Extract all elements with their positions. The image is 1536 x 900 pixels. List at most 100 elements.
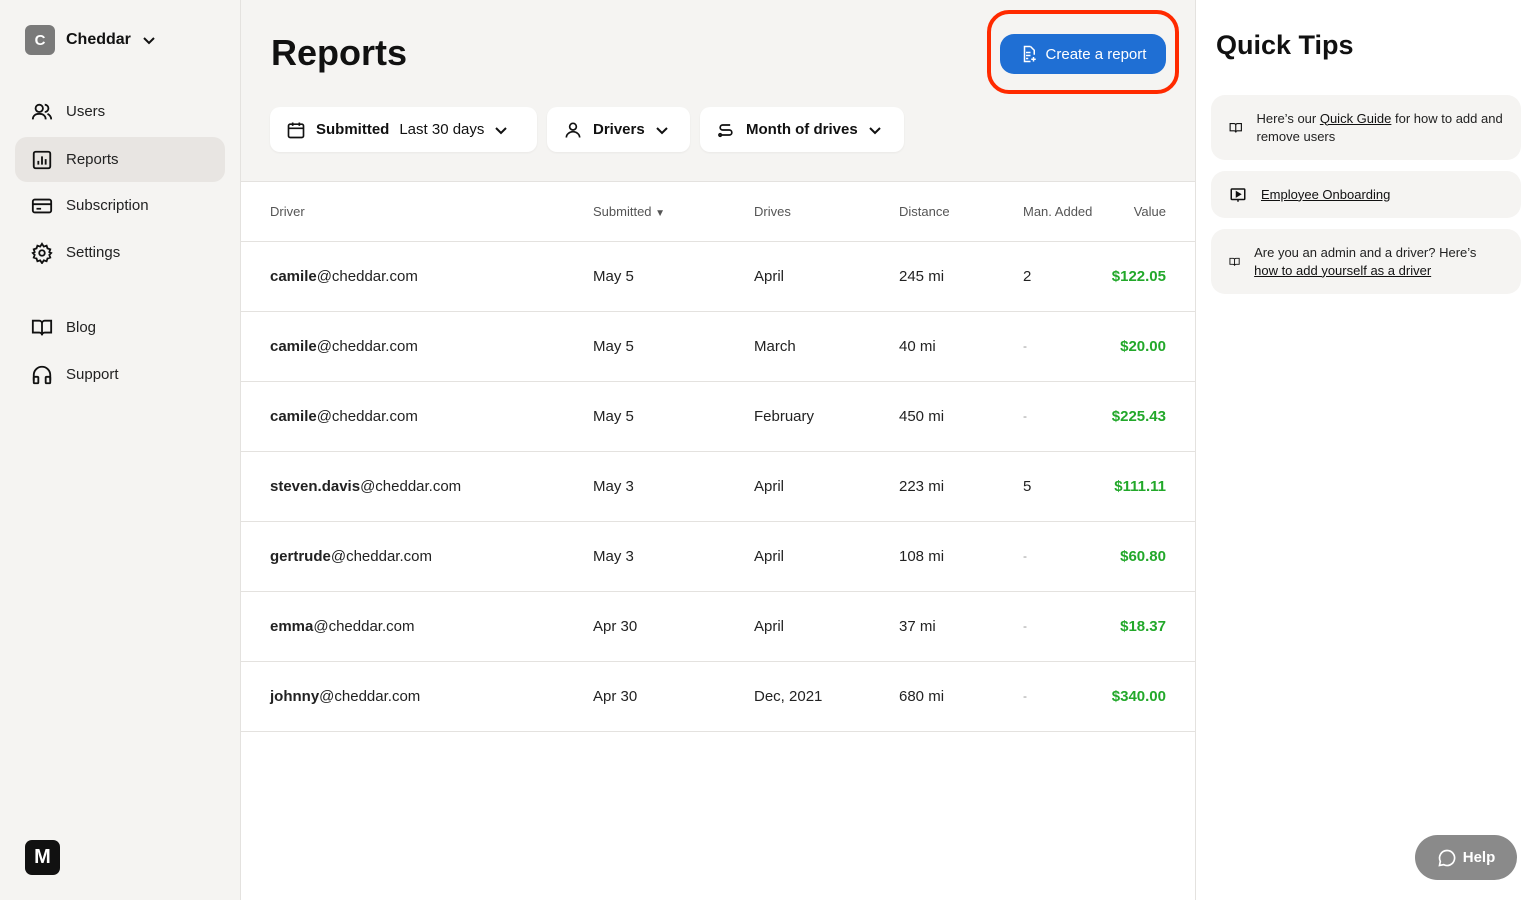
month-filter[interactable]: Month of drives: [700, 107, 904, 152]
col-man-added[interactable]: Man. Added: [1023, 183, 1102, 242]
sidebar-item-reports[interactable]: Reports: [15, 137, 225, 182]
submitted-cell: May 5: [593, 381, 754, 452]
help-button[interactable]: Help: [1415, 835, 1517, 880]
driver-cell: gertrude@cheddar.com: [241, 521, 593, 592]
quick-tips-title: Quick Tips: [1216, 30, 1354, 60]
tip-onboarding[interactable]: Employee Onboarding: [1211, 171, 1521, 218]
sidebar-item-users[interactable]: Users: [15, 89, 225, 134]
col-distance[interactable]: Distance: [899, 183, 1023, 242]
distance-cell: 223 mi: [899, 451, 1023, 522]
drives-cell: April: [754, 521, 899, 592]
driver-user: emma: [270, 617, 314, 635]
driver-user: gertrude: [270, 547, 331, 565]
value-cell: $340.00: [1101, 661, 1195, 732]
man-added-cell: -: [1023, 521, 1102, 592]
tip-text: Here’s our: [1256, 110, 1320, 126]
sidebar: C Cheddar Users Reports Subscription Set…: [0, 0, 241, 900]
quick-guide-link[interactable]: Quick Guide: [1320, 111, 1392, 126]
create-report-button[interactable]: Create a report: [1000, 34, 1166, 74]
sidebar-item-settings[interactable]: Settings: [15, 230, 225, 275]
value-cell: $20.00: [1101, 311, 1195, 382]
table-row[interactable]: steven.davis@cheddar.com May 3 April 223…: [241, 451, 1195, 522]
driver-user: camile: [270, 267, 317, 285]
submitted-cell: May 5: [593, 241, 754, 312]
route-icon: [718, 123, 733, 137]
tip-text: Are you an admin and a driver? Here’s: [1254, 244, 1477, 260]
drives-cell: April: [754, 591, 899, 662]
man-added-cell: 2: [1023, 241, 1102, 312]
col-value[interactable]: Value: [1101, 183, 1195, 242]
driver-domain: @cheddar.com: [316, 407, 418, 425]
table-row[interactable]: johnny@cheddar.com Apr 30 Dec, 2021 680 …: [241, 661, 1195, 732]
filter-label: Month of drives: [746, 121, 858, 138]
reports-table: Driver Submitted ▼ Drives Distance Man. …: [241, 183, 1195, 732]
value-cell: $18.37: [1101, 591, 1195, 662]
distance-cell: 245 mi: [899, 241, 1023, 312]
tip-admin-driver[interactable]: Are you an admin and a driver? Here’s ho…: [1211, 229, 1521, 294]
submitted-cell: Apr 30: [593, 661, 754, 732]
man-added-cell: 5: [1023, 451, 1102, 522]
driver-cell: camile@cheddar.com: [241, 311, 593, 382]
table-row[interactable]: gertrude@cheddar.com May 3 April 108 mi …: [241, 521, 1195, 592]
gear-icon: [31, 241, 53, 264]
users-icon: [31, 103, 53, 119]
col-submitted[interactable]: Submitted ▼: [593, 183, 754, 242]
sidebar-item-label: Subscription: [66, 197, 149, 214]
page-title: Reports: [271, 32, 408, 73]
quick-tips-panel: Quick Tips Here’s our Quick Guide for ho…: [1196, 0, 1536, 900]
driver-cell: camile@cheddar.com: [241, 241, 593, 312]
chevron-down-icon: [495, 126, 508, 134]
value-cell: $60.80: [1101, 521, 1195, 592]
table-row[interactable]: camile@cheddar.com May 5 February 450 mi…: [241, 381, 1195, 452]
chevron-down-icon: [868, 126, 881, 134]
filter-label: Submitted: [316, 121, 390, 138]
sidebar-item-support[interactable]: Support: [15, 352, 225, 397]
driver-cell: emma@cheddar.com: [241, 591, 593, 662]
tip-quick-guide[interactable]: Here’s our Quick Guide for how to add an…: [1211, 95, 1521, 160]
org-avatar: C: [25, 25, 55, 55]
man-added-cell: -: [1023, 381, 1102, 452]
sort-desc-icon: ▼: [655, 208, 666, 220]
man-added-cell: -: [1023, 311, 1102, 382]
book-icon: [31, 319, 53, 336]
driver-user: camile: [270, 337, 317, 355]
org-switcher[interactable]: C Cheddar: [25, 25, 156, 55]
submitted-filter[interactable]: Submitted Last 30 days: [270, 107, 537, 152]
distance-cell: 108 mi: [899, 521, 1023, 592]
employee-onboarding-link[interactable]: Employee Onboarding: [1261, 186, 1390, 204]
add-yourself-link[interactable]: how to add yourself as a driver: [1254, 263, 1431, 278]
org-name: Cheddar: [66, 31, 131, 48]
calendar-icon: [287, 122, 305, 138]
table-row[interactable]: camile@cheddar.com May 5 March 40 mi - $…: [241, 311, 1195, 382]
col-label: Submitted: [593, 204, 652, 220]
sidebar-item-blog[interactable]: Blog: [15, 305, 225, 350]
value-cell: $111.11: [1101, 451, 1195, 522]
submitted-cell: May 3: [593, 451, 754, 522]
filter-label: Drivers: [593, 121, 645, 138]
headphones-icon: [32, 365, 52, 384]
drivers-filter[interactable]: Drivers: [547, 107, 690, 152]
man-added-cell: -: [1023, 591, 1102, 662]
chevron-down-icon: [143, 37, 155, 45]
table-row[interactable]: camile@cheddar.com May 5 April 245 mi 2 …: [241, 241, 1195, 312]
driver-domain: @cheddar.com: [316, 337, 418, 355]
drives-cell: Dec, 2021: [754, 661, 899, 732]
create-report-label: Create a report: [1045, 45, 1147, 63]
user-icon: [565, 122, 581, 138]
table-row[interactable]: emma@cheddar.com Apr 30 April 37 mi - $1…: [241, 591, 1195, 662]
distance-cell: 680 mi: [899, 661, 1023, 732]
col-driver[interactable]: Driver: [241, 183, 593, 242]
driver-domain: @cheddar.com: [360, 477, 462, 495]
filter-value: Last 30 days: [399, 121, 485, 138]
driver-domain: @cheddar.com: [313, 617, 415, 635]
distance-cell: 37 mi: [899, 591, 1023, 662]
driver-domain: @cheddar.com: [316, 267, 418, 285]
submitted-cell: May 5: [593, 311, 754, 382]
chevron-down-icon: [655, 126, 668, 134]
driver-cell: camile@cheddar.com: [241, 381, 593, 452]
sidebar-item-label: Blog: [66, 319, 97, 336]
sidebar-item-subscription[interactable]: Subscription: [15, 183, 225, 228]
col-drives[interactable]: Drives: [754, 183, 899, 242]
drives-cell: February: [754, 381, 899, 452]
driver-user: steven.davis: [270, 477, 361, 495]
